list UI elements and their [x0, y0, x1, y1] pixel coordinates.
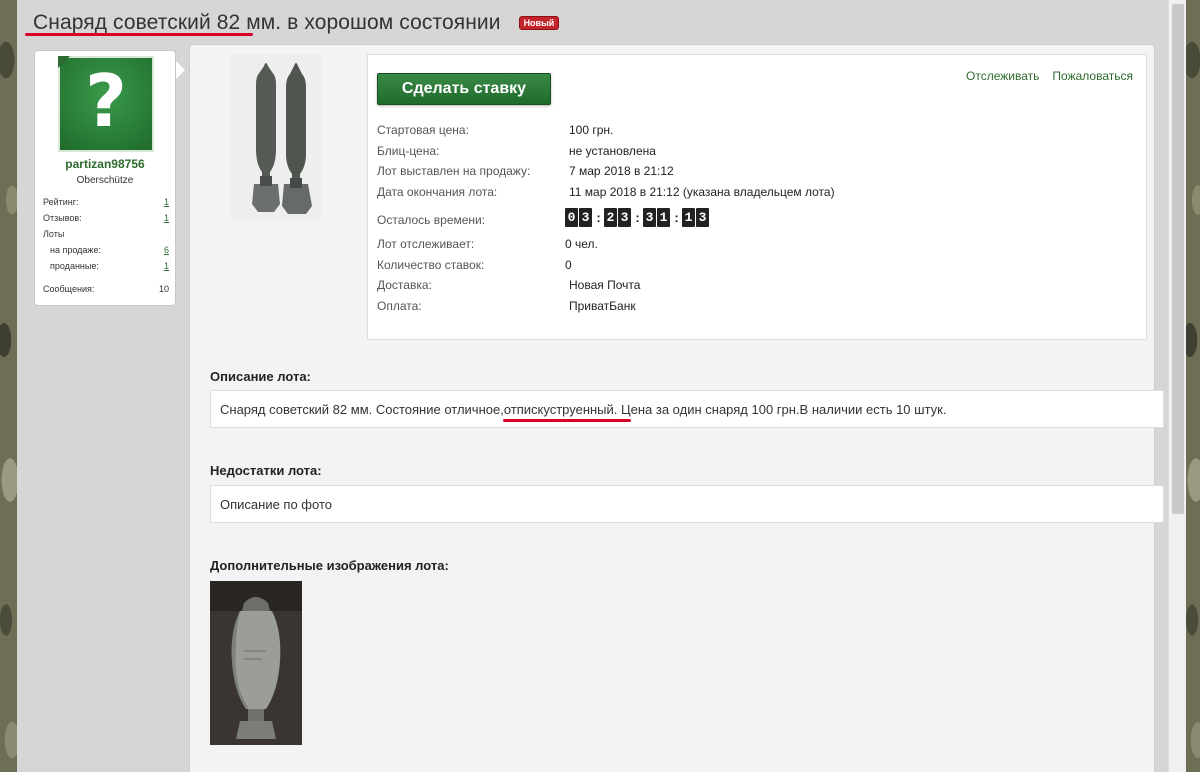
timer-digit: 3	[643, 208, 656, 227]
lot-details: Стартовая цена: 100 грн. Блиц-цена: не у…	[377, 123, 1137, 319]
background-camo-left	[0, 0, 17, 772]
detail-value: 7 мар 2018 в 21:12	[569, 164, 674, 178]
page-content: Снаряд советский 82 мм. в хорошом состоя…	[17, 0, 1168, 772]
timer-separator: :	[596, 210, 601, 225]
stat-label: Лоты	[43, 229, 65, 239]
detail-value: не установлена	[569, 143, 656, 158]
avatar-corner-ribbon	[58, 56, 70, 68]
detail-label: Доставка:	[377, 278, 432, 292]
lot-info-box: Сделать ставку Отслеживать Пожаловаться …	[367, 54, 1147, 340]
stat-reviews: Отзывов: 1	[43, 210, 169, 226]
detail-listed-date: Лот выставлен на продажу: 7 мар 2018 в 2…	[377, 164, 1137, 185]
place-bid-button[interactable]: Сделать ставку	[377, 73, 551, 105]
stat-rating: Рейтинг: 1	[43, 194, 169, 210]
description-highlight-underline	[503, 419, 631, 422]
defects-box: Описание по фото	[210, 485, 1164, 523]
timer-digit: 3	[579, 208, 592, 227]
description-heading: Описание лота:	[210, 369, 311, 384]
scrollbar-thumb[interactable]	[1172, 4, 1184, 514]
stat-label: Отзывов:	[43, 213, 82, 223]
mortar-shells-image	[230, 54, 322, 219]
timer-digit: 3	[696, 208, 709, 227]
timer-digit: 1	[657, 208, 670, 227]
seller-rank: Oberschütze	[76, 175, 134, 186]
stat-lots-heading: Лоты	[43, 226, 169, 242]
watch-link[interactable]: Отслеживать	[966, 69, 1039, 83]
defects-heading: Недостатки лота:	[210, 463, 322, 478]
stat-lots-sold: проданные: 1	[43, 258, 169, 274]
timer-digit: 0	[565, 208, 578, 227]
timer-separator: :	[635, 210, 640, 225]
detail-label: Лот выставлен на продажу:	[377, 164, 531, 178]
detail-label: Количество ставок:	[377, 257, 485, 272]
detail-value: ПриватБанк	[569, 298, 636, 313]
report-link[interactable]: Пожаловаться	[1052, 69, 1133, 83]
timer-digit: 3	[618, 208, 631, 227]
detail-value: 11 мар 2018 в 21:12 (указана владельцем …	[569, 184, 835, 199]
detail-label: Блиц-цена:	[377, 143, 440, 158]
mortar-shell-closeup-image	[210, 581, 302, 745]
stat-lots-on-sale: на продаже: 6	[43, 242, 169, 258]
title-highlight-underline	[25, 33, 253, 36]
detail-payment: Оплата: ПриватБанк	[377, 299, 1137, 320]
seller-username[interactable]: partizan98756	[35, 157, 175, 171]
page-title: Снаряд советский 82 мм. в хорошом состоя…	[33, 11, 501, 34]
stat-label: на продаже:	[50, 245, 101, 255]
page-scrollbar[interactable]	[1168, 0, 1186, 772]
detail-bid-count: Количество ставок: 0	[377, 258, 1137, 279]
detail-label: Лот отслеживает:	[377, 237, 475, 251]
detail-time-remaining: Осталось времени: 03 : 23 : 31 : 13	[377, 205, 1137, 237]
detail-label: Осталось времени:	[377, 213, 486, 227]
stat-messages: Сообщения: 10	[43, 281, 169, 297]
stat-value: 10	[158, 284, 169, 294]
detail-value: Новая Почта	[569, 278, 641, 292]
stat-label: Сообщения:	[43, 284, 95, 294]
detail-watchers: Лот отслеживает: 0 чел.	[377, 237, 1137, 258]
seller-card: ? partizan98756 Oberschütze Рейтинг: 1 О…	[34, 50, 185, 306]
lot-actions-links: Отслеживать Пожаловаться	[966, 69, 1133, 83]
seller-stats: Рейтинг: 1 Отзывов: 1 Лоты на продаже: 6…	[43, 194, 169, 297]
detail-start-price: Стартовая цена: 100 грн.	[377, 123, 1137, 144]
question-mark-icon: ?	[85, 59, 127, 143]
detail-blitz-price: Блиц-цена: не установлена	[377, 144, 1137, 165]
new-badge: Новый	[518, 16, 560, 30]
detail-label: Дата окончания лота:	[377, 184, 498, 199]
timer-digit: 1	[682, 208, 695, 227]
description-text: Снаряд советский 82 мм. Состояние отличн…	[220, 401, 947, 417]
detail-end-date: Дата окончания лота: 11 мар 2018 в 21:12…	[377, 185, 1137, 206]
detail-value: 0 чел.	[565, 237, 598, 251]
countdown-timer: 03 : 23 : 31 : 13	[565, 208, 710, 227]
main-lot-photo[interactable]	[230, 54, 322, 219]
timer-digit: 2	[604, 208, 617, 227]
lot-main-panel: Сделать ставку Отслеживать Пожаловаться …	[189, 44, 1164, 772]
extra-images-heading: Дополнительные изображения лота:	[210, 558, 449, 573]
detail-delivery: Доставка: Новая Почта	[377, 278, 1137, 299]
stat-value-link[interactable]: 1	[164, 213, 169, 223]
detail-value: 100 грн.	[569, 123, 614, 137]
detail-label: Стартовая цена:	[377, 123, 469, 137]
defects-text: Описание по фото	[220, 496, 332, 512]
extra-lot-photo[interactable]	[210, 581, 302, 745]
stat-label: Рейтинг:	[43, 197, 79, 207]
stat-value-link[interactable]: 6	[164, 245, 169, 255]
detail-value: 0	[565, 257, 572, 272]
stat-value-link[interactable]: 1	[164, 197, 169, 207]
detail-label: Оплата:	[377, 298, 422, 313]
description-box: Снаряд советский 82 мм. Состояние отличн…	[210, 390, 1164, 428]
timer-separator: :	[674, 210, 679, 225]
stat-value-link[interactable]: 1	[164, 261, 169, 271]
background-camo-right	[1186, 0, 1200, 772]
stat-label: проданные:	[50, 261, 99, 271]
stats-gap	[43, 274, 169, 281]
avatar[interactable]: ?	[58, 56, 154, 152]
